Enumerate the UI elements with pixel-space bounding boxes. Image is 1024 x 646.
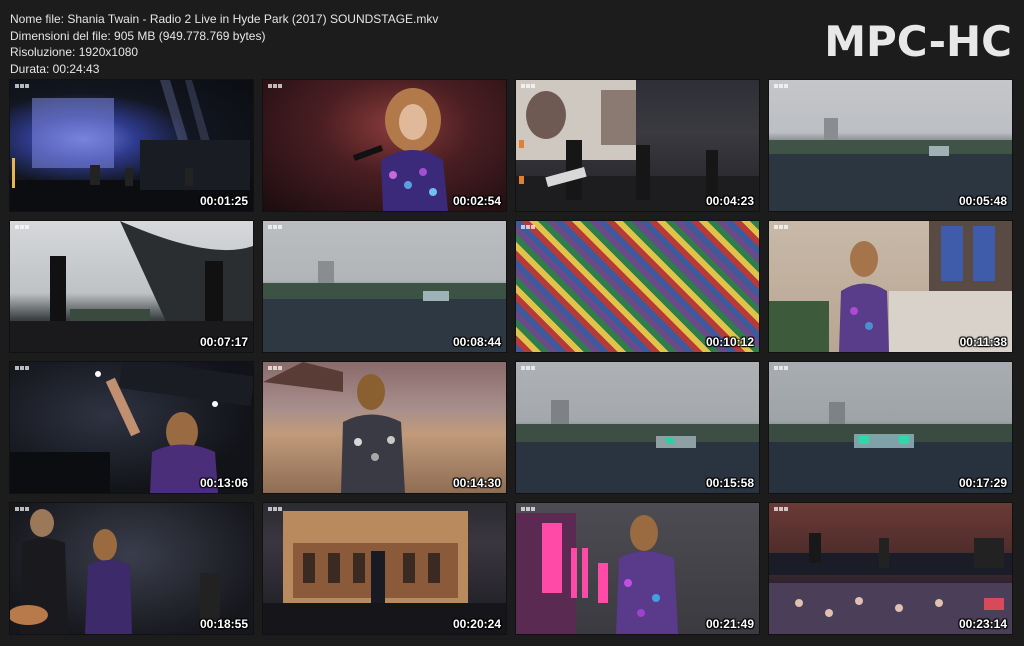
timestamp: 00:14:30: [452, 476, 501, 490]
timestamp: 00:23:14: [958, 617, 1007, 631]
thumbnail: 00:21:49: [516, 503, 759, 634]
video-frame: [516, 221, 759, 352]
video-frame: [769, 362, 1012, 493]
timestamp: 00:15:58: [705, 476, 754, 490]
video-frame: [10, 362, 253, 493]
video-frame: [263, 362, 506, 493]
bbc-logo: [268, 507, 282, 511]
video-frame: [263, 503, 506, 634]
bbc-logo: [774, 366, 788, 370]
timestamp: 00:21:49: [705, 617, 754, 631]
bbc-logo: [15, 84, 29, 88]
timestamp: 00:07:17: [199, 335, 248, 349]
video-frame: [263, 221, 506, 352]
bbc-logo: [15, 225, 29, 229]
bbc-logo: [521, 507, 535, 511]
thumbnail-sheet: Nome file: Shania Twain - Radio 2 Live i…: [0, 0, 1024, 646]
file-size: Dimensioni del file: 905 MB (949.778.769…: [10, 28, 266, 43]
timestamp: 00:01:25: [199, 194, 248, 208]
bbc-logo: [521, 84, 535, 88]
thumbnail: 00:07:17: [10, 221, 253, 352]
thumbnail: 00:05:48: [769, 80, 1012, 211]
timestamp: 00:05:48: [958, 194, 1007, 208]
thumbnail: 00:11:38: [769, 221, 1012, 352]
thumbnail: 00:13:06: [10, 362, 253, 493]
app-logo: MPC-HC: [824, 17, 1012, 66]
file-name: Nome file: Shania Twain - Radio 2 Live i…: [10, 12, 439, 26]
timestamp: 00:08:44: [452, 335, 501, 349]
bbc-logo: [268, 84, 282, 88]
video-frame: [769, 80, 1012, 211]
video-frame: [10, 503, 253, 634]
file-info: Nome file: Shania Twain - Radio 2 Live i…: [10, 11, 438, 77]
timestamp: 00:20:24: [452, 617, 501, 631]
bbc-logo: [15, 366, 29, 370]
video-frame: [769, 503, 1012, 634]
thumbnail: 00:17:29: [769, 362, 1012, 493]
timestamp: 00:04:23: [705, 194, 754, 208]
thumbnail-grid: 00:01:25 00:02:54 00:04:23 00:05:48 00:0…: [10, 80, 1014, 634]
bbc-logo: [774, 84, 788, 88]
bbc-logo: [521, 366, 535, 370]
timestamp: 00:13:06: [199, 476, 248, 490]
bbc-logo: [521, 225, 535, 229]
thumbnail: 00:14:30: [263, 362, 506, 493]
thumbnail: 00:10:12: [516, 221, 759, 352]
timestamp: 00:11:38: [959, 335, 1007, 349]
timestamp: 00:18:55: [199, 617, 248, 631]
bbc-logo: [268, 366, 282, 370]
file-duration: Durata: 00:24:43: [10, 61, 100, 76]
thumbnail: 00:01:25: [10, 80, 253, 211]
thumbnail: 00:08:44: [263, 221, 506, 352]
thumbnail: 00:02:54: [263, 80, 506, 211]
video-frame: [516, 362, 759, 493]
thumbnail: 00:15:58: [516, 362, 759, 493]
thumbnail: 00:23:14: [769, 503, 1012, 634]
thumbnail: 00:20:24: [263, 503, 506, 634]
thumbnail: 00:04:23: [516, 80, 759, 211]
video-frame: [769, 221, 1012, 352]
video-frame: [516, 503, 759, 634]
timestamp: 00:02:54: [452, 194, 501, 208]
file-resolution: Risoluzione: 1920x1080: [10, 45, 139, 59]
timestamp: 00:10:12: [705, 335, 754, 349]
bbc-logo: [774, 225, 788, 229]
video-frame: [10, 80, 253, 211]
bbc-logo: [268, 225, 282, 229]
video-frame: [10, 221, 253, 352]
bbc-logo: [15, 507, 29, 511]
thumbnail: 00:18:55: [10, 503, 253, 634]
video-frame: [516, 80, 759, 211]
video-frame: [263, 80, 506, 211]
timestamp: 00:17:29: [958, 476, 1007, 490]
bbc-logo: [774, 507, 788, 511]
